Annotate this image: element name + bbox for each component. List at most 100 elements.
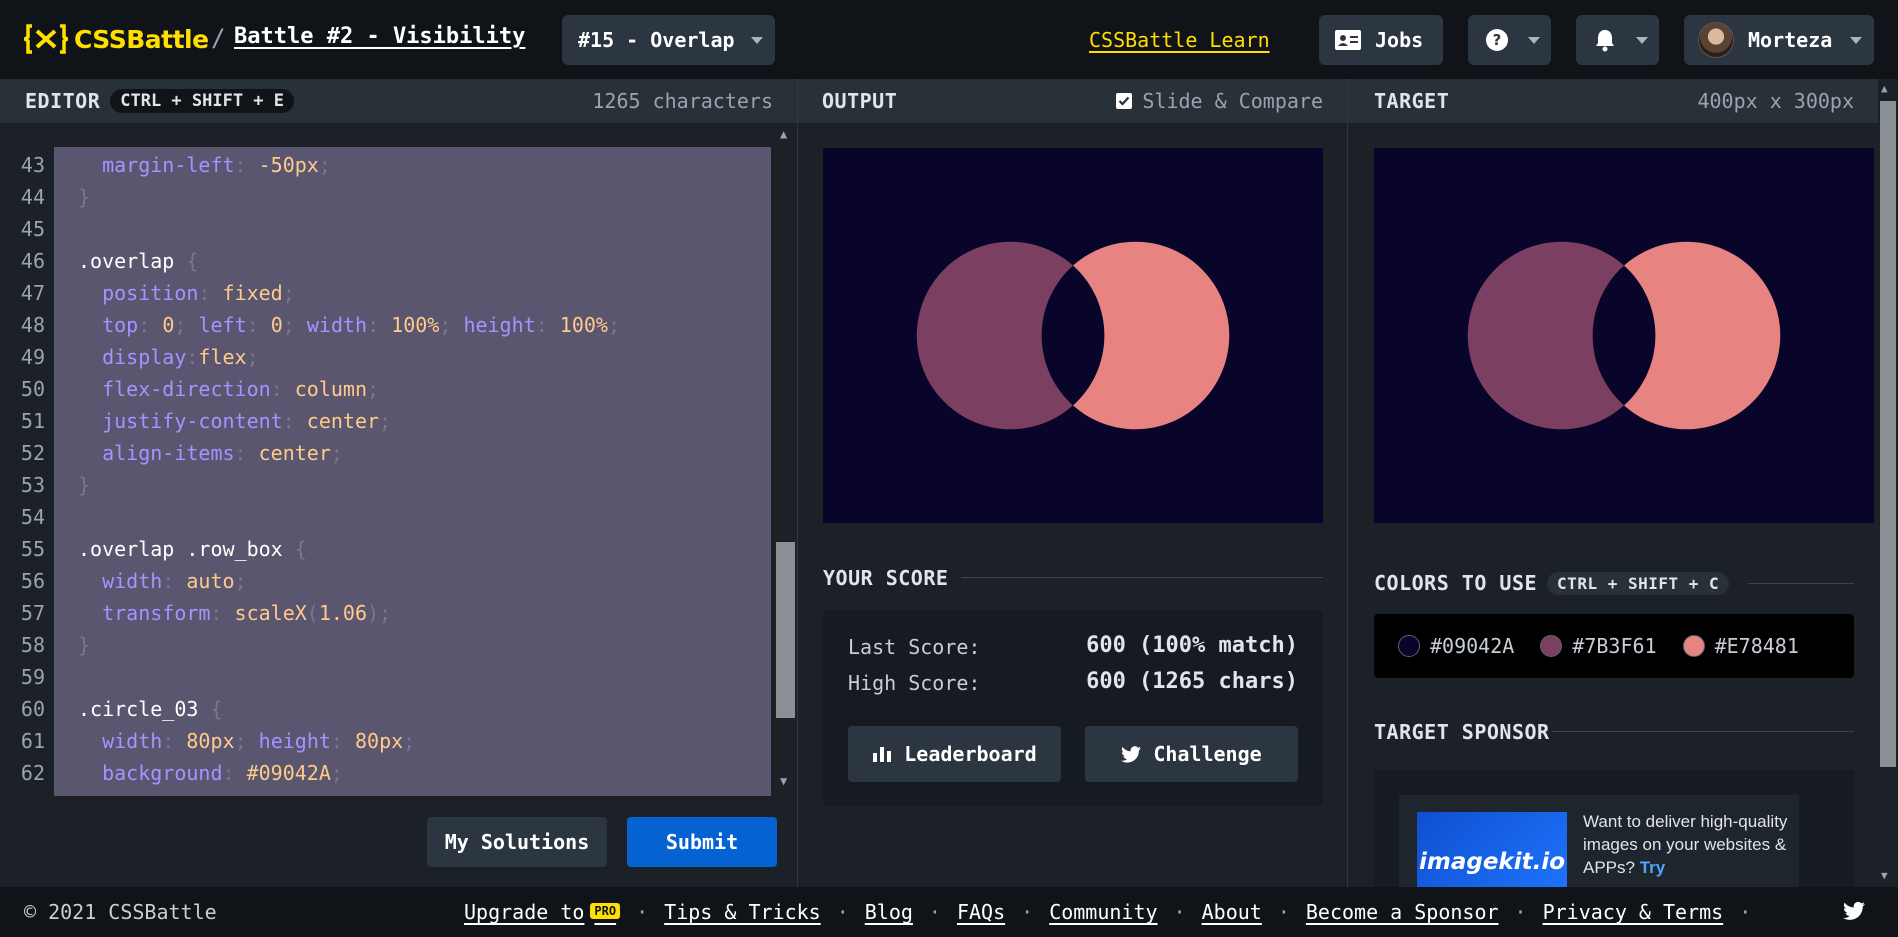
code-token: -50px bbox=[258, 153, 319, 177]
help-menu-button[interactable]: ? bbox=[1468, 15, 1551, 65]
code-token: ; bbox=[330, 441, 343, 465]
cssbattle-logo[interactable]: CSSBattle bbox=[24, 24, 209, 54]
footer-link-tips[interactable]: Tips & Tricks bbox=[664, 900, 821, 924]
code-token: : bbox=[162, 729, 187, 753]
editor-title: EDITOR bbox=[25, 89, 101, 113]
submit-button[interactable]: Submit bbox=[627, 817, 777, 867]
code-token: { bbox=[186, 249, 199, 273]
last-score-label: Last Score: bbox=[848, 635, 981, 659]
code-token: ; bbox=[246, 345, 259, 369]
code-line[interactable]: align-items: center; bbox=[78, 437, 343, 469]
scroll-up-icon[interactable]: ▲ bbox=[780, 127, 787, 141]
code-token: scaleX bbox=[234, 601, 307, 625]
code-line[interactable]: } bbox=[78, 181, 90, 213]
sponsor-text: Want to deliver high-quality images on y… bbox=[1583, 810, 1793, 879]
chevron-down-icon bbox=[1528, 37, 1540, 44]
panel-divider bbox=[797, 79, 798, 887]
output-header: OUTPUT Slide & Compare bbox=[798, 79, 1347, 123]
leaderboard-button[interactable]: Leaderboard bbox=[848, 726, 1061, 782]
code-line[interactable]: width: 80px; height: 80px; bbox=[78, 725, 415, 757]
color-hex-label[interactable]: #09042A bbox=[1430, 634, 1514, 658]
code-token: ; bbox=[234, 729, 259, 753]
imagekit-logo[interactable]: imagekit.io bbox=[1417, 812, 1567, 887]
code-line[interactable]: .circle_03 { bbox=[78, 693, 223, 725]
code-token: #09042A bbox=[246, 761, 331, 785]
sponsor-ad[interactable]: imagekit.io Want to deliver high-quality… bbox=[1399, 795, 1799, 887]
code-line[interactable]: justify-content: center; bbox=[78, 405, 391, 437]
footer-link-faqs[interactable]: FAQs bbox=[957, 900, 1005, 924]
line-number: 54 bbox=[20, 505, 45, 529]
color-swatch-item[interactable]: #7B3F61 bbox=[1540, 634, 1657, 658]
colors-shortcut: CTRL + SHIFT + C bbox=[1547, 571, 1730, 595]
code-lines[interactable]: margin-left: -50px;} .overlap { position:… bbox=[54, 147, 771, 796]
code-token: : bbox=[186, 345, 199, 369]
code-token: : bbox=[367, 313, 392, 337]
battle-title-link[interactable]: Battle #2 - Visibility bbox=[234, 24, 525, 49]
line-number: 45 bbox=[20, 217, 45, 241]
slide-compare-toggle[interactable]: Slide & Compare bbox=[1116, 89, 1323, 113]
chevron-down-icon bbox=[1636, 37, 1648, 44]
code-token: 1.06 bbox=[318, 601, 368, 625]
footer-link-upgrade[interactable]: Upgrade to PRO bbox=[464, 900, 621, 924]
code-token: : bbox=[210, 601, 235, 625]
code-line[interactable]: width: auto; bbox=[78, 565, 247, 597]
color-swatch[interactable] bbox=[1540, 635, 1563, 657]
logo-text: CSSBattle bbox=[74, 24, 209, 54]
output-canvas[interactable] bbox=[823, 148, 1323, 523]
code-line[interactable]: margin-left: -50px; bbox=[78, 149, 331, 181]
code-line[interactable]: } bbox=[78, 469, 90, 501]
code-line[interactable]: background: #09042A; bbox=[78, 757, 343, 789]
color-swatch-item[interactable]: #09042A bbox=[1398, 634, 1514, 658]
color-hex-label[interactable]: #7B3F61 bbox=[1572, 634, 1656, 658]
code-editor[interactable]: 43 44 45 46 47 48 49 50 51 52 53 54 55 56 57 58 59 60 61 62… bbox=[0, 123, 797, 796]
code-token: 100% bbox=[559, 313, 608, 337]
footer-link-blog[interactable]: Blog bbox=[865, 900, 913, 924]
twitter-icon[interactable] bbox=[1843, 901, 1865, 921]
line-number: 62 bbox=[20, 761, 45, 785]
code-token: ; bbox=[282, 281, 295, 305]
colors-title-text: COLORS TO USE bbox=[1374, 571, 1538, 595]
color-swatch[interactable] bbox=[1682, 635, 1705, 657]
id-card-icon bbox=[1335, 30, 1361, 50]
separator-dot: · bbox=[1514, 900, 1527, 924]
code-line[interactable]: display:flex; bbox=[78, 341, 259, 373]
code-line[interactable]: .overlap .row_box { bbox=[78, 533, 307, 565]
code-line[interactable]: } bbox=[78, 629, 90, 661]
code-line[interactable]: top: 0; left: 0; width: 100%; height: 10… bbox=[78, 309, 620, 341]
target-select[interactable]: #15 - Overlap bbox=[562, 15, 775, 65]
scroll-down-icon[interactable]: ▼ bbox=[1881, 869, 1888, 882]
challenge-button[interactable]: Challenge bbox=[1085, 726, 1298, 782]
code-token: fixed bbox=[222, 281, 283, 305]
footer-link-about[interactable]: About bbox=[1202, 900, 1262, 924]
sponsor-try-link[interactable]: Try bbox=[1640, 858, 1666, 877]
learn-link[interactable]: CSSBattle Learn bbox=[1089, 28, 1270, 52]
code-line[interactable]: flex-direction: column; bbox=[78, 373, 379, 405]
editor-scrollbar-thumb[interactable] bbox=[776, 542, 795, 718]
scroll-down-icon[interactable]: ▼ bbox=[780, 774, 787, 788]
code-line[interactable]: position: fixed; bbox=[78, 277, 295, 309]
code-token: flex-direction bbox=[78, 377, 271, 401]
separator-dot: · bbox=[1739, 900, 1752, 924]
footer-link-sponsor[interactable]: Become a Sponsor bbox=[1306, 900, 1499, 924]
code-token: 100% bbox=[391, 313, 440, 337]
chevron-down-icon bbox=[751, 37, 763, 44]
jobs-button[interactable]: Jobs bbox=[1319, 15, 1443, 65]
color-hex-label[interactable]: #E78481 bbox=[1715, 634, 1799, 658]
color-swatch[interactable] bbox=[1398, 635, 1420, 657]
scroll-up-icon[interactable]: ▲ bbox=[1881, 82, 1888, 95]
user-menu-button[interactable]: Morteza bbox=[1684, 15, 1874, 65]
code-token: center bbox=[258, 441, 331, 465]
line-number: 58 bbox=[20, 633, 45, 657]
footer-link-privacy[interactable]: Privacy & Terms bbox=[1543, 900, 1724, 924]
color-swatch-item[interactable]: #E78481 bbox=[1682, 634, 1799, 658]
my-solutions-button[interactable]: My Solutions bbox=[427, 817, 607, 867]
code-line[interactable]: transform: scaleX(1.06); bbox=[78, 597, 391, 629]
notifications-button[interactable] bbox=[1576, 15, 1659, 65]
code-token: justify-content bbox=[78, 409, 283, 433]
code-line[interactable]: .overlap { bbox=[78, 245, 198, 277]
checkbox-checked-icon[interactable] bbox=[1116, 93, 1133, 109]
footer-link-community[interactable]: Community bbox=[1049, 900, 1157, 924]
editor-shortcut: CTRL + SHIFT + E bbox=[110, 89, 295, 113]
page-scrollbar-thumb[interactable] bbox=[1880, 101, 1896, 767]
leaderboard-label: Leaderboard bbox=[904, 742, 1037, 766]
